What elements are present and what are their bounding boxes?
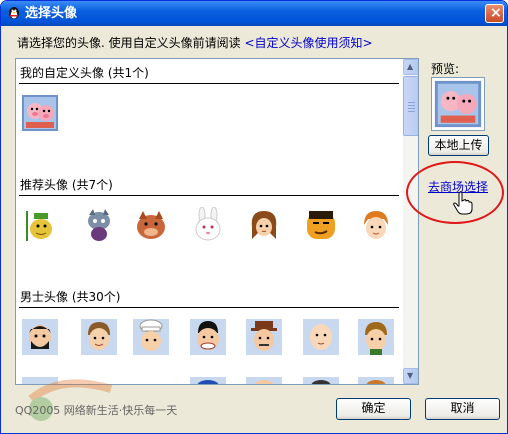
custom-avatar-notice-link[interactable]: <自定义头像使用须知> (244, 36, 372, 50)
recommended-avatar-1[interactable] (22, 207, 58, 243)
recommended-avatar-2[interactable] (81, 207, 117, 243)
vertical-scrollbar[interactable]: ▲ ▼ (403, 59, 418, 384)
recommended-avatar-7[interactable] (358, 207, 394, 243)
avatar-list-panel[interactable]: 我的自定义头像 (共1个) 推荐头像 (共7个) 男士头像 (共30个) ▲ ▼ (15, 58, 419, 385)
recommended-avatar-4[interactable] (190, 207, 226, 243)
footer-text: QQ2005 网络新生活·快乐每一天 (15, 404, 178, 417)
scroll-grip-line (408, 108, 415, 109)
male-avatar-3[interactable] (133, 319, 169, 355)
scroll-up-icon: ▲ (407, 62, 414, 71)
section-title-custom: 我的自定义头像 (共1个) (20, 66, 149, 80)
scroll-down-icon: ▼ (407, 371, 414, 380)
window-title: 选择头像 (25, 6, 78, 21)
preview-avatar-image (434, 80, 482, 128)
section-divider (19, 83, 399, 84)
recommended-avatar-6[interactable] (303, 207, 339, 243)
ok-button[interactable]: 确定 (336, 398, 411, 420)
scroll-thumb[interactable] (403, 76, 418, 136)
recommended-avatar-3[interactable] (133, 207, 169, 243)
instruction-label: 请选择您的头像. 使用自定义头像前请阅读 (17, 36, 241, 50)
hand-cursor-icon (453, 191, 473, 215)
watermark-logo (28, 379, 113, 421)
upload-local-button[interactable]: 本地上传 (428, 135, 489, 156)
section-divider (19, 195, 399, 196)
scroll-down-button[interactable]: ▼ (403, 368, 418, 384)
male-avatar-2[interactable] (81, 319, 117, 355)
close-button[interactable]: × (485, 4, 504, 23)
instruction-text: 请选择您的头像. 使用自定义头像前请阅读 <自定义头像使用须知> (17, 35, 373, 51)
custom-avatar-pigs[interactable] (22, 95, 58, 131)
section-divider (19, 307, 399, 308)
scroll-up-button[interactable]: ▲ (403, 59, 418, 75)
choose-avatar-dialog: 选择头像 × 请选择您的头像. 使用自定义头像前请阅读 <自定义头像使用须知> … (0, 0, 508, 434)
preview-label: 预览: (431, 62, 460, 76)
male-avatar-1[interactable] (22, 319, 58, 355)
male-avatar-7[interactable] (358, 319, 394, 355)
qq-penguin-icon (9, 7, 19, 19)
recommended-avatar-5[interactable] (246, 207, 282, 243)
section-title-male: 男士头像 (共30个) (20, 290, 121, 304)
scroll-grip-line (408, 105, 415, 106)
male-avatar-6[interactable] (303, 319, 339, 355)
scroll-grip-line (408, 111, 415, 112)
title-bar[interactable]: 选择头像 × (1, 1, 507, 26)
preview-box (431, 77, 485, 131)
male-avatar-11[interactable] (303, 377, 339, 385)
section-title-recommended: 推荐头像 (共7个) (20, 178, 113, 192)
scroll-grip-line (408, 102, 415, 103)
male-avatar-4[interactable] (190, 319, 226, 355)
close-icon: × (490, 5, 502, 21)
male-avatar-10[interactable] (246, 377, 282, 385)
male-avatar-5[interactable] (246, 319, 282, 355)
cancel-button[interactable]: 取消 (425, 398, 500, 420)
male-avatar-12[interactable] (358, 377, 394, 385)
